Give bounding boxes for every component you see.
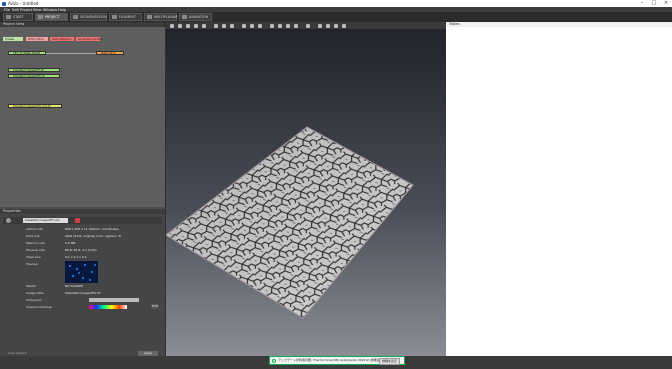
preview-image [69,264,96,281]
3d-viewer[interactable] [165,29,446,356]
maximize-button[interactable]: □ [648,0,660,7]
zoom-icon[interactable] [194,23,198,28]
multiplanar-icon [147,15,152,19]
data-node[interactable]: Classified image(ISTI).tif [8,74,60,78]
orthographic-icon[interactable] [250,23,254,28]
tab-multiplanar[interactable]: MULTIPLANAR [144,13,177,21]
prop-data-info: Data info label (8-bit, original, num. re… [26,234,122,238]
prop-voxel-size: Voxel size 0.1 x 0.1 x 0.1 [26,255,87,259]
properties-toolbar: Classified image(IFF).am [3,217,162,224]
prop-lattice-info: Lattice info 608 x 256 x 11 uniform coord… [26,227,119,231]
close-button[interactable]: × [660,0,672,7]
fullscreen-icon[interactable] [342,23,346,28]
tab-start[interactable]: START [3,13,33,21]
layout-icon[interactable] [318,23,322,28]
create-filter[interactable]: Create [3,37,23,41]
rotate-z-icon[interactable] [294,23,298,28]
pointer-icon[interactable] [170,23,174,28]
prop-physical-size: Physical size 60.8, 25.6, 1.1 (inch) [26,248,97,252]
tab-project[interactable]: PROJECT [35,13,68,21]
rotate-icon[interactable] [178,23,182,28]
project-icon [38,15,43,19]
measure-icon[interactable] [270,23,274,28]
minimize-button[interactable]: – [636,0,648,7]
title-bar: Avizo - Untitled – □ × [0,0,672,7]
app-logo-icon [2,1,6,6]
rotate-y-icon[interactable] [286,23,290,28]
menu-edit[interactable]: Edit [12,8,19,12]
prop-shared-colormap: Shared Colormap [26,305,52,309]
tab-filament[interactable]: FILAMENT [109,13,142,21]
layout-split-icon[interactable] [326,23,330,28]
colormap-swatch[interactable] [89,305,127,309]
segmentation-icon [73,15,78,19]
menu-window[interactable]: Window [43,8,57,12]
snapshot-icon[interactable] [306,23,310,28]
ortho-slice-shading [166,127,413,318]
animation-icon [182,15,187,19]
data-node[interactable]: Classified image(ISTI)-2nd.tif [8,104,62,108]
object-name-field[interactable]: Classified image(IFF).am [23,218,68,223]
pan-icon[interactable] [186,23,190,28]
notification-text: アップデートが利用可能: Thermo Scientific Avizo(Avi… [278,358,389,362]
perspective-icon[interactable] [242,23,246,28]
seek-icon[interactable] [202,23,206,28]
histogram-bar [89,298,139,302]
window-title: Avizo - Untitled [8,1,39,6]
settings-icon[interactable] [6,218,11,223]
viewer-toolbar [166,22,446,29]
filament-icon [112,15,117,19]
home-icon [6,15,11,19]
view-all-icon[interactable] [214,23,218,28]
home-view-icon[interactable] [222,23,226,28]
tab-segmentation[interactable]: SEGMENTATION [70,13,107,21]
properties-panel: Properties Classified image(IFF).am Latt… [0,209,165,362]
colormap-edit-button[interactable]: Edit [151,304,159,309]
tables-panel: Tables [446,22,672,356]
menu-help[interactable]: Help [58,8,66,12]
delete-icon[interactable] [75,218,80,223]
data-node[interactable]: Classified image(IFF).tif [8,68,60,72]
project-graph[interactable]: Ortho Slice Auto Skeleton Generate Surfa… [0,27,165,207]
quick-ortho-slice[interactable]: Ortho Slice [26,37,48,41]
quick-generate-surface[interactable]: Generate Surface [76,37,103,41]
layout-quad-icon[interactable] [334,23,338,28]
prop-memory-size: Memory size 1.6 MB [26,241,76,245]
menu-project[interactable]: Project [20,8,32,12]
show-details-button[interactable]: 詳細を表示 [378,358,400,365]
prop-image-data: Image Data Classified image(IFF).tif [26,291,101,295]
ortho-slice-node[interactable]: Ortho Slice [96,51,124,55]
prop-master: Master NO SOURCE [26,284,83,288]
menu-file[interactable]: File [4,8,10,12]
tab-animation[interactable]: ANIMATION [179,13,212,21]
prop-histogram: Histogram [26,298,42,302]
stereo-icon[interactable] [258,23,262,28]
properties-header: Properties [0,209,165,214]
connection-line [40,53,102,54]
rotate-x-icon[interactable] [278,23,282,28]
info-icon [272,358,276,363]
data-node[interactable]: C53_CF-PORC-300.tif [8,51,46,55]
set-home-icon[interactable] [230,23,234,28]
preview-thumbnail [65,261,98,283]
slice-render [165,126,414,319]
quick-auto-skeleton[interactable]: Auto Skeleton [50,37,74,41]
update-notification: アップデートが利用可能: Thermo Scientific Avizo(Avi… [269,356,405,365]
tables-header: Tables [446,22,672,27]
menu-view[interactable]: View [33,8,42,12]
